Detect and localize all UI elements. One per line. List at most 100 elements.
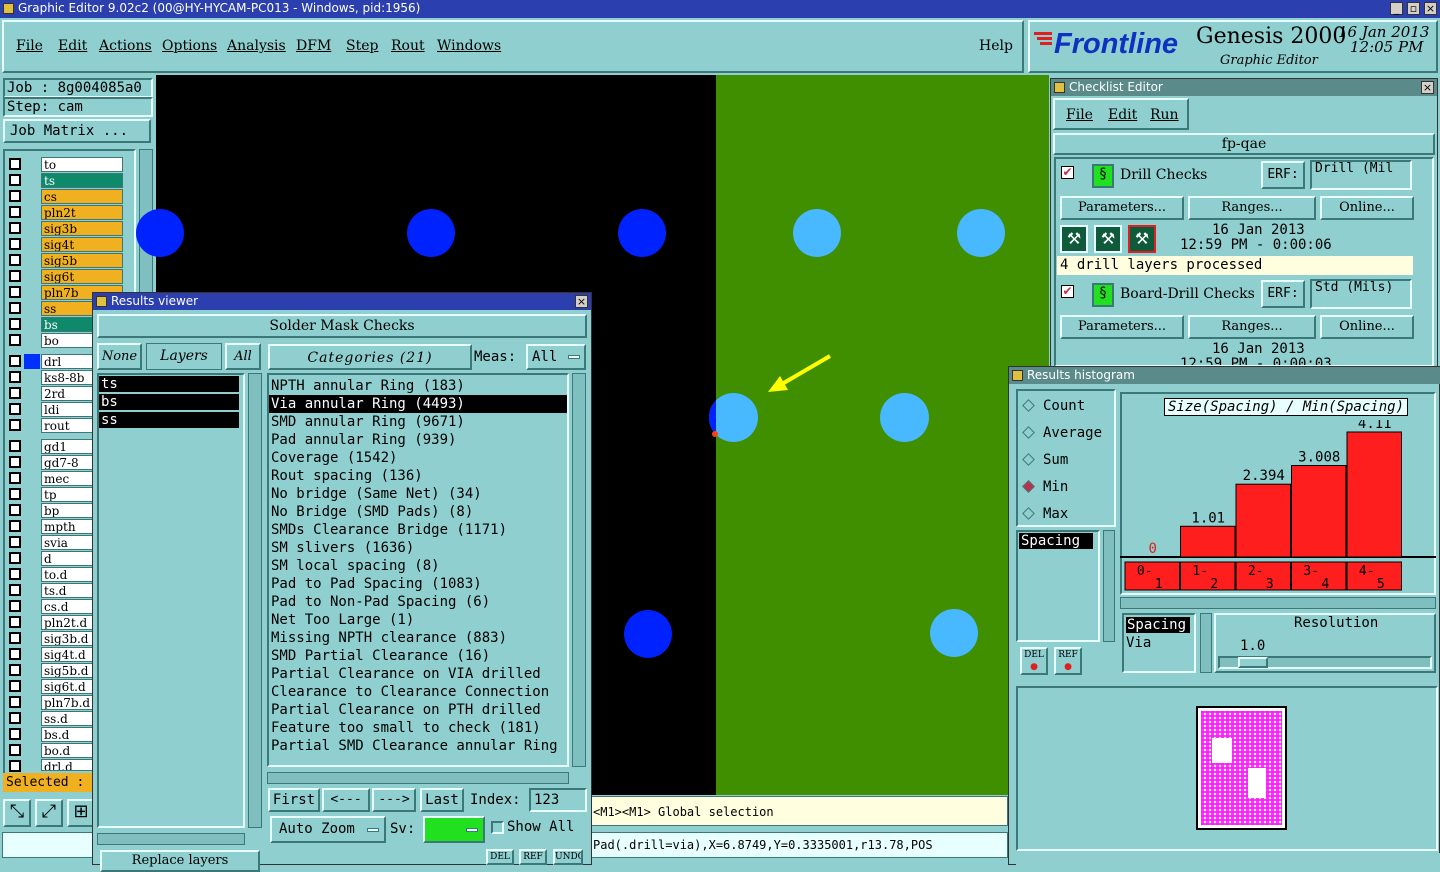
- layer-checkbox[interactable]: [9, 302, 21, 314]
- pad[interactable]: [793, 209, 841, 257]
- stop-check-icon[interactable]: ⚒: [1128, 225, 1156, 253]
- category-item[interactable]: Pad to Non-Pad Spacing (6): [269, 593, 567, 611]
- meas-dropdown[interactable]: All: [526, 344, 586, 370]
- auto-zoom-dropdown[interactable]: Auto Zoom: [270, 816, 386, 843]
- category-item[interactable]: SM slivers (1636): [269, 539, 567, 557]
- mode-sum-radio[interactable]: Sum: [1022, 452, 1068, 468]
- run-check-icon[interactable]: ⚒: [1060, 225, 1088, 253]
- category-item[interactable]: Rout spacing (136): [269, 467, 567, 485]
- layer-item[interactable]: cs: [41, 189, 123, 204]
- layer-checkbox[interactable]: [9, 190, 21, 202]
- results-layer-item[interactable]: ss: [99, 412, 239, 428]
- mode-max-radio[interactable]: Max: [1022, 506, 1068, 522]
- categories-scrollbar[interactable]: [572, 373, 586, 767]
- layer-checkbox[interactable]: [9, 158, 21, 170]
- list2-item-selected[interactable]: Spacing: [1126, 617, 1190, 633]
- checklist-close-button[interactable]: ×: [1421, 81, 1434, 94]
- grid-tool-icon[interactable]: ⊞: [67, 799, 95, 827]
- layer-checkbox[interactable]: [9, 680, 21, 692]
- layer-checkbox[interactable]: [9, 270, 21, 282]
- layer-checkbox[interactable]: [9, 696, 21, 708]
- categories-list[interactable]: NPTH annular Ring (183) Via annular Ring…: [267, 373, 569, 767]
- maximize-button[interactable]: ▫: [1407, 2, 1420, 15]
- ref-button[interactable]: REF: [519, 849, 547, 865]
- layer-checkbox[interactable]: [9, 456, 21, 468]
- layer-item[interactable]: sig5b: [41, 253, 123, 268]
- checklist-menu-file[interactable]: File: [1066, 107, 1093, 123]
- layer-checkbox[interactable]: [9, 584, 21, 596]
- results-layer-item[interactable]: bs: [99, 394, 239, 410]
- layer-checkbox[interactable]: [9, 712, 21, 724]
- zoom-tool-icon[interactable]: ⤡: [3, 799, 31, 827]
- job-matrix-button[interactable]: Job Matrix ...: [3, 119, 151, 143]
- histogram-hscrollbar[interactable]: [1120, 597, 1436, 609]
- layer-item[interactable]: sig3b: [41, 221, 123, 236]
- drill-erf-button[interactable]: ERF:: [1261, 161, 1305, 189]
- layer-checkbox[interactable]: [9, 600, 21, 612]
- category-item[interactable]: Feature too small to check (181): [269, 719, 567, 737]
- layer-checkbox[interactable]: [9, 403, 21, 415]
- board-parameters-button[interactable]: Parameters...: [1060, 315, 1184, 339]
- category-item[interactable]: Clearance to Clearance Connection: [269, 683, 567, 701]
- layer-checkbox[interactable]: [9, 616, 21, 628]
- layer-checkbox[interactable]: [9, 440, 21, 452]
- layer-checkbox[interactable]: [9, 648, 21, 660]
- resolution-slider-thumb[interactable]: [1238, 657, 1268, 668]
- all-button[interactable]: All: [225, 343, 261, 370]
- board-online-button[interactable]: Online...: [1320, 315, 1414, 339]
- category-item[interactable]: Net Too Large (1): [269, 611, 567, 629]
- category-item[interactable]: SM local spacing (8): [269, 557, 567, 575]
- layer-checkbox[interactable]: [9, 206, 21, 218]
- layer-checkbox[interactable]: [9, 254, 21, 266]
- board-erf-field[interactable]: Std (Mils): [1310, 279, 1412, 309]
- undo-button[interactable]: UNDO: [553, 849, 583, 865]
- list2-item[interactable]: Via: [1126, 635, 1151, 651]
- category-item[interactable]: Partial Clearance on PTH drilled: [269, 701, 567, 719]
- category-item[interactable]: Pad annular Ring (939): [269, 431, 567, 449]
- category-item-selected[interactable]: Via annular Ring (4493): [269, 395, 567, 413]
- category-item[interactable]: Partial SMD Clearance annular Ring: [269, 737, 567, 755]
- next-button[interactable]: --->: [372, 788, 416, 812]
- menu-step[interactable]: Step: [346, 38, 378, 54]
- layer-item[interactable]: sig6t: [41, 269, 123, 284]
- menu-actions[interactable]: Actions: [99, 38, 152, 54]
- last-button[interactable]: Last: [420, 788, 464, 812]
- layer-checkbox[interactable]: [9, 664, 21, 676]
- menu-help[interactable]: Help: [979, 38, 1013, 54]
- pad[interactable]: [136, 209, 184, 257]
- layer-checkbox[interactable]: [9, 472, 21, 484]
- category-item[interactable]: SMD Partial Clearance (16): [269, 647, 567, 665]
- run-check-icon[interactable]: ⚒: [1094, 225, 1122, 253]
- attr-list-scrollbar[interactable]: [1103, 530, 1115, 642]
- checklist-menu-run[interactable]: Run: [1150, 107, 1179, 123]
- close-button[interactable]: ×: [1424, 2, 1437, 15]
- board-erf-button[interactable]: ERF:: [1261, 280, 1305, 308]
- results-viewer-titlebar[interactable]: Results viewer ×: [93, 293, 591, 310]
- layer-checkbox[interactable]: [9, 632, 21, 644]
- pad[interactable]: [407, 209, 455, 257]
- menu-analysis[interactable]: Analysis: [227, 38, 286, 54]
- layer-checkbox[interactable]: [9, 536, 21, 548]
- measure-tool-icon[interactable]: ⤢: [35, 799, 63, 827]
- prev-button[interactable]: <---: [322, 788, 370, 812]
- none-button[interactable]: None: [97, 343, 142, 370]
- pad[interactable]: [957, 209, 1005, 257]
- pad[interactable]: [930, 609, 978, 657]
- results-layer-list[interactable]: [97, 373, 245, 828]
- results-viewer-close-button[interactable]: ×: [575, 295, 588, 308]
- board-ranges-button[interactable]: Ranges...: [1188, 315, 1316, 339]
- layer-item[interactable]: pln2t: [41, 205, 123, 220]
- minimize-button[interactable]: _: [1390, 2, 1403, 15]
- mode-average-radio[interactable]: Average: [1022, 425, 1102, 441]
- menu-edit[interactable]: Edit: [58, 38, 87, 54]
- replace-layers-button[interactable]: Replace layers: [100, 850, 260, 872]
- layer-checkbox[interactable]: [9, 744, 21, 756]
- attr-item-selected[interactable]: Spacing: [1019, 533, 1093, 549]
- results-layer-scrollbar[interactable]: [248, 373, 262, 828]
- layer-item[interactable]: sig4t: [41, 237, 123, 252]
- list2-scrollbar[interactable]: [1200, 613, 1212, 673]
- drill-ranges-button[interactable]: Ranges...: [1188, 196, 1316, 220]
- category-item[interactable]: Coverage (1542): [269, 449, 567, 467]
- layer-item[interactable]: ts: [41, 173, 123, 188]
- drill-online-button[interactable]: Online...: [1320, 196, 1414, 220]
